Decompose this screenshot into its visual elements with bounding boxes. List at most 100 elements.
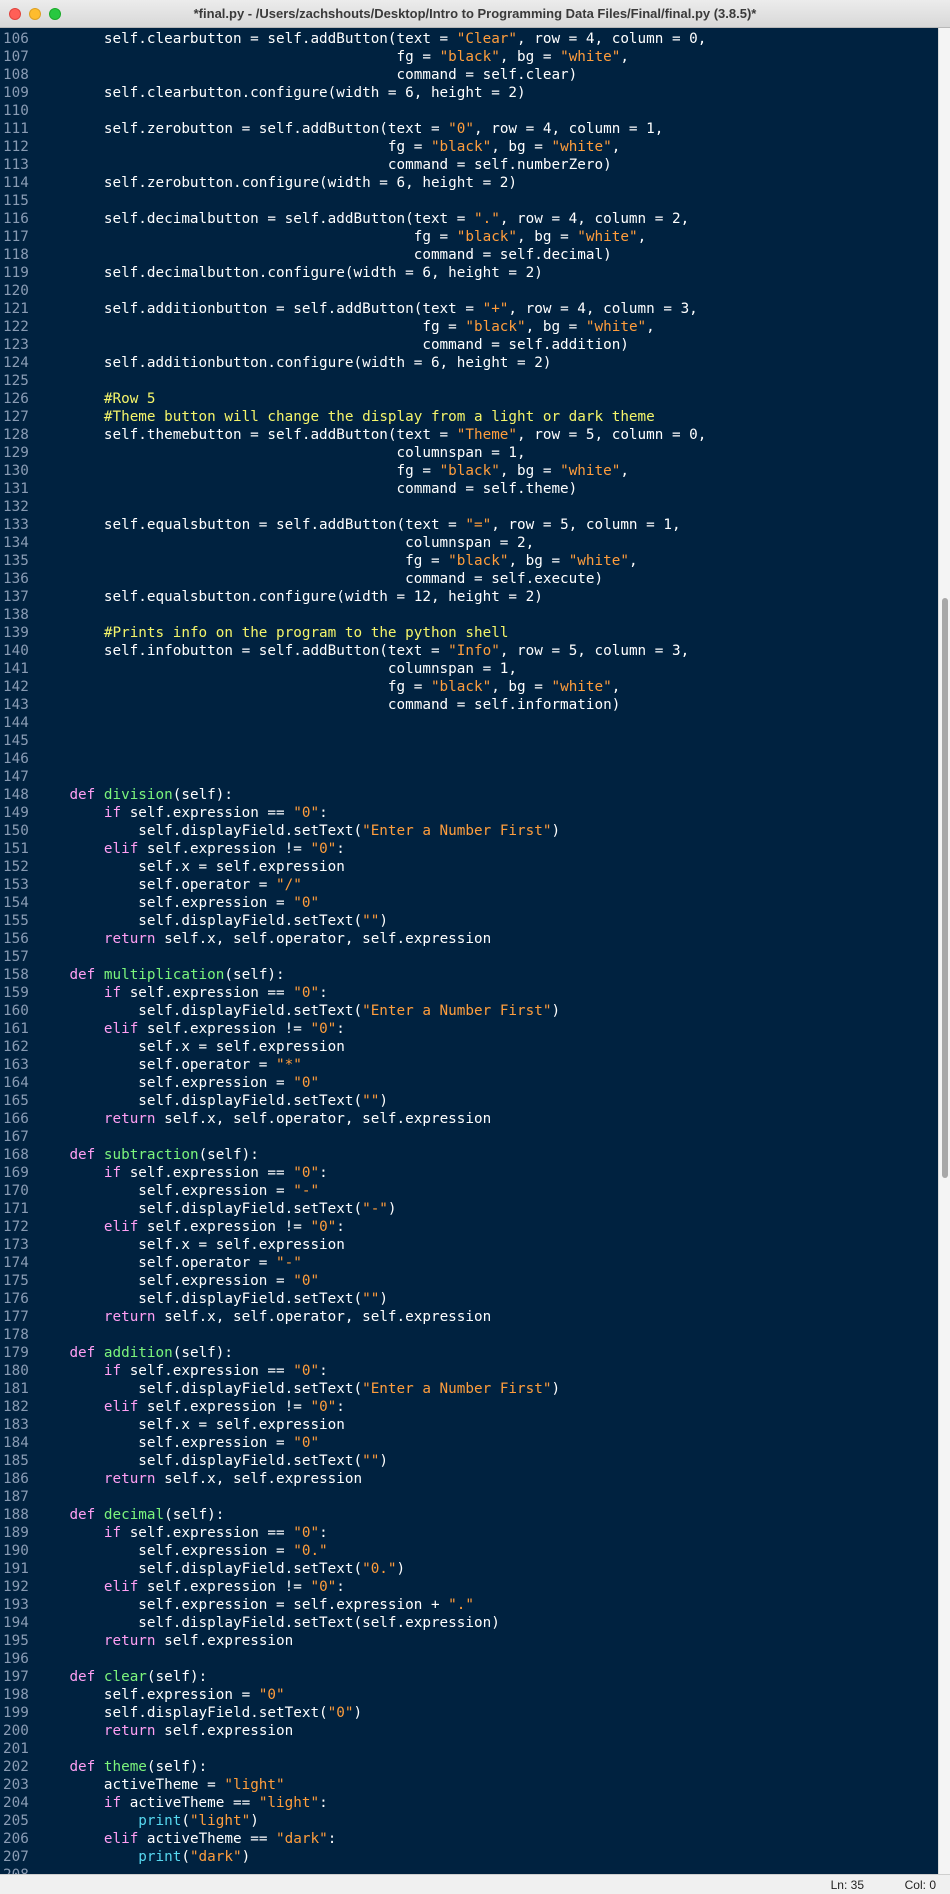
code-line[interactable]: 145 — [0, 732, 706, 750]
code-line[interactable]: 117 fg = "black", bg = "white", — [0, 228, 706, 246]
code-line[interactable]: 114 self.zerobutton.configure(width = 6,… — [0, 174, 706, 192]
code-line[interactable]: 152 self.x = self.expression — [0, 858, 706, 876]
code-line[interactable]: 169 if self.expression == "0": — [0, 1164, 706, 1182]
code-line[interactable]: 167 — [0, 1128, 706, 1146]
code-line[interactable]: 147 — [0, 768, 706, 786]
scrollbar-thumb[interactable] — [942, 598, 948, 1178]
code-line[interactable]: 116 self.decimalbutton = self.addButton(… — [0, 210, 706, 228]
code-line[interactable]: 207 print("dark") — [0, 1848, 706, 1866]
code-line[interactable]: 135 fg = "black", bg = "white", — [0, 552, 706, 570]
code-line[interactable]: 141 columnspan = 1, — [0, 660, 706, 678]
code-line[interactable]: 193 self.expression = self.expression + … — [0, 1596, 706, 1614]
code-editor[interactable]: 106 self.clearbutton = self.addButton(te… — [0, 28, 938, 1874]
code-line[interactable]: 122 fg = "black", bg = "white", — [0, 318, 706, 336]
vertical-scrollbar[interactable] — [938, 28, 950, 1874]
code-line[interactable]: 146 — [0, 750, 706, 768]
code-line[interactable]: 159 if self.expression == "0": — [0, 984, 706, 1002]
code-line[interactable]: 177 return self.x, self.operator, self.e… — [0, 1308, 706, 1326]
code-line[interactable]: 144 — [0, 714, 706, 732]
code-line[interactable]: 165 self.displayField.setText("") — [0, 1092, 706, 1110]
code-line[interactable]: 123 command = self.addition) — [0, 336, 706, 354]
code-line[interactable]: 136 command = self.execute) — [0, 570, 706, 588]
code-line[interactable]: 206 elif activeTheme == "dark": — [0, 1830, 706, 1848]
code-line[interactable]: 170 self.expression = "-" — [0, 1182, 706, 1200]
code-line[interactable]: 132 — [0, 498, 706, 516]
code-line[interactable]: 109 self.clearbutton.configure(width = 6… — [0, 84, 706, 102]
code-line[interactable]: 182 elif self.expression != "0": — [0, 1398, 706, 1416]
code-line[interactable]: 138 — [0, 606, 706, 624]
code-line[interactable]: 110 — [0, 102, 706, 120]
code-line[interactable]: 196 — [0, 1650, 706, 1668]
code-line[interactable]: 181 self.displayField.setText("Enter a N… — [0, 1380, 706, 1398]
code-line[interactable]: 189 if self.expression == "0": — [0, 1524, 706, 1542]
code-line[interactable]: 174 self.operator = "-" — [0, 1254, 706, 1272]
code-line[interactable]: 173 self.x = self.expression — [0, 1236, 706, 1254]
code-line[interactable]: 128 self.themebutton = self.addButton(te… — [0, 426, 706, 444]
code-line[interactable]: 130 fg = "black", bg = "white", — [0, 462, 706, 480]
code-line[interactable]: 134 columnspan = 2, — [0, 534, 706, 552]
code-line[interactable]: 208 — [0, 1866, 706, 1874]
code-line[interactable]: 148 def division(self): — [0, 786, 706, 804]
code-line[interactable]: 119 self.decimalbutton.configure(width =… — [0, 264, 706, 282]
code-line[interactable]: 154 self.expression = "0" — [0, 894, 706, 912]
code-line[interactable]: 188 def decimal(self): — [0, 1506, 706, 1524]
code-line[interactable]: 162 self.x = self.expression — [0, 1038, 706, 1056]
code-line[interactable]: 155 self.displayField.setText("") — [0, 912, 706, 930]
code-line[interactable]: 137 self.equalsbutton.configure(width = … — [0, 588, 706, 606]
code-line[interactable]: 168 def subtraction(self): — [0, 1146, 706, 1164]
code-line[interactable]: 143 command = self.information) — [0, 696, 706, 714]
code-line[interactable]: 127 #Theme button will change the displa… — [0, 408, 706, 426]
code-line[interactable]: 192 elif self.expression != "0": — [0, 1578, 706, 1596]
code-line[interactable]: 107 fg = "black", bg = "white", — [0, 48, 706, 66]
code-line[interactable]: 171 self.displayField.setText("-") — [0, 1200, 706, 1218]
code-line[interactable]: 164 self.expression = "0" — [0, 1074, 706, 1092]
code-line[interactable]: 194 self.displayField.setText(self.expre… — [0, 1614, 706, 1632]
code-line[interactable]: 131 command = self.theme) — [0, 480, 706, 498]
code-line[interactable]: 201 — [0, 1740, 706, 1758]
title-bar[interactable]: *final.py - /Users/zachshouts/Desktop/In… — [0, 0, 950, 28]
code-line[interactable]: 202 def theme(self): — [0, 1758, 706, 1776]
code-line[interactable]: 124 self.additionbutton.configure(width … — [0, 354, 706, 372]
code-line[interactable]: 157 — [0, 948, 706, 966]
code-line[interactable]: 178 — [0, 1326, 706, 1344]
code-line[interactable]: 106 self.clearbutton = self.addButton(te… — [0, 30, 706, 48]
code-line[interactable]: 142 fg = "black", bg = "white", — [0, 678, 706, 696]
code-line[interactable]: 180 if self.expression == "0": — [0, 1362, 706, 1380]
code-line[interactable]: 115 — [0, 192, 706, 210]
code-line[interactable]: 126 #Row 5 — [0, 390, 706, 408]
code-line[interactable]: 163 self.operator = "*" — [0, 1056, 706, 1074]
code-line[interactable]: 156 return self.x, self.operator, self.e… — [0, 930, 706, 948]
code-line[interactable]: 185 self.displayField.setText("") — [0, 1452, 706, 1470]
code-line[interactable]: 140 self.infobutton = self.addButton(tex… — [0, 642, 706, 660]
code-line[interactable]: 139 #Prints info on the program to the p… — [0, 624, 706, 642]
code-line[interactable]: 184 self.expression = "0" — [0, 1434, 706, 1452]
code-line[interactable]: 150 self.displayField.setText("Enter a N… — [0, 822, 706, 840]
code-line[interactable]: 183 self.x = self.expression — [0, 1416, 706, 1434]
code-line[interactable]: 197 def clear(self): — [0, 1668, 706, 1686]
code-line[interactable]: 199 self.displayField.setText("0") — [0, 1704, 706, 1722]
code-line[interactable]: 179 def addition(self): — [0, 1344, 706, 1362]
code-line[interactable]: 158 def multiplication(self): — [0, 966, 706, 984]
code-line[interactable]: 120 — [0, 282, 706, 300]
code-line[interactable]: 113 command = self.numberZero) — [0, 156, 706, 174]
code-line[interactable]: 133 self.equalsbutton = self.addButton(t… — [0, 516, 706, 534]
code-line[interactable]: 108 command = self.clear) — [0, 66, 706, 84]
code-lines[interactable]: 106 self.clearbutton = self.addButton(te… — [0, 30, 706, 1874]
code-line[interactable]: 112 fg = "black", bg = "white", — [0, 138, 706, 156]
code-line[interactable]: 166 return self.x, self.operator, self.e… — [0, 1110, 706, 1128]
code-line[interactable]: 200 return self.expression — [0, 1722, 706, 1740]
code-line[interactable]: 161 elif self.expression != "0": — [0, 1020, 706, 1038]
code-line[interactable]: 198 self.expression = "0" — [0, 1686, 706, 1704]
code-line[interactable]: 204 if activeTheme == "light": — [0, 1794, 706, 1812]
code-line[interactable]: 203 activeTheme = "light" — [0, 1776, 706, 1794]
code-line[interactable]: 190 self.expression = "0." — [0, 1542, 706, 1560]
code-line[interactable]: 160 self.displayField.setText("Enter a N… — [0, 1002, 706, 1020]
code-line[interactable]: 151 elif self.expression != "0": — [0, 840, 706, 858]
code-line[interactable]: 172 elif self.expression != "0": — [0, 1218, 706, 1236]
code-line[interactable]: 175 self.expression = "0" — [0, 1272, 706, 1290]
code-line[interactable]: 125 — [0, 372, 706, 390]
code-line[interactable]: 129 columnspan = 1, — [0, 444, 706, 462]
code-line[interactable]: 191 self.displayField.setText("0.") — [0, 1560, 706, 1578]
code-line[interactable]: 187 — [0, 1488, 706, 1506]
code-line[interactable]: 186 return self.x, self.expression — [0, 1470, 706, 1488]
